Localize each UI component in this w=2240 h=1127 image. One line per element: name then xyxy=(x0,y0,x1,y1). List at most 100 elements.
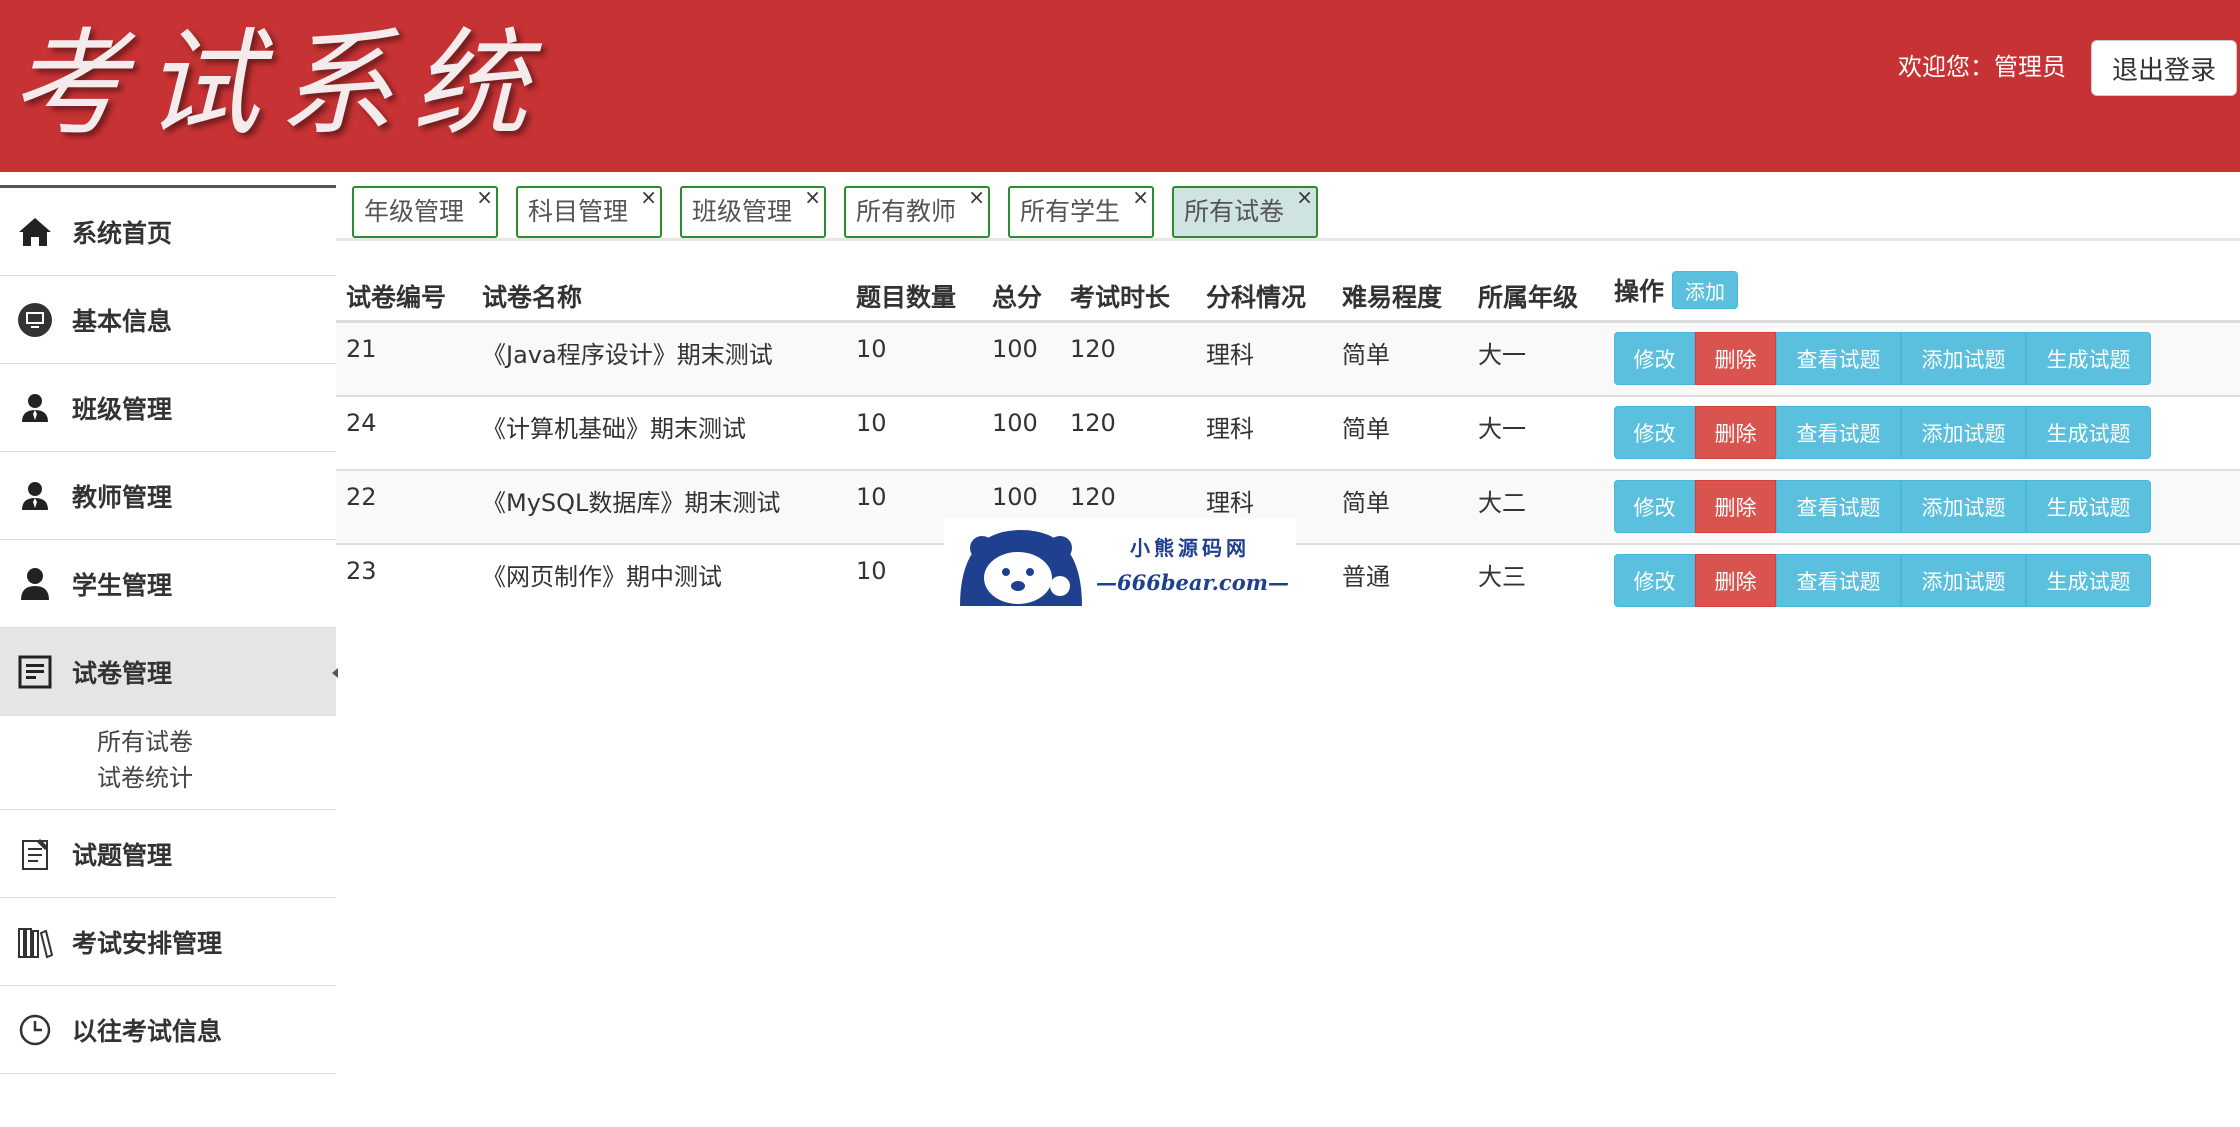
view-questions-button[interactable]: 查看试题 xyxy=(1776,332,1901,385)
delete-button[interactable]: 删除 xyxy=(1695,406,1776,459)
view-questions-button[interactable]: 查看试题 xyxy=(1776,406,1901,459)
books-icon xyxy=(16,923,54,961)
submenu-all-papers[interactable]: 所有试卷 xyxy=(97,722,193,757)
generate-questions-button[interactable]: 生成试题 xyxy=(2026,332,2151,385)
close-icon[interactable]: × xyxy=(476,186,493,208)
tab-students[interactable]: 所有学生 × xyxy=(1008,186,1154,238)
row-actions: 修改 删除 查看试题 添加试题 生成试题 xyxy=(1614,332,2151,385)
cell-id: 21 xyxy=(346,335,377,363)
add-questions-button[interactable]: 添加试题 xyxy=(1901,480,2026,533)
person-tie-icon xyxy=(16,477,54,515)
cell-difficulty: 简单 xyxy=(1342,489,1390,517)
cell-duration: 120 xyxy=(1070,335,1116,363)
close-icon[interactable]: × xyxy=(804,186,821,208)
clock-icon xyxy=(16,1011,54,1049)
sidebar-item-basic-info[interactable]: 基本信息 xyxy=(0,276,336,364)
close-icon[interactable]: × xyxy=(1132,186,1149,208)
add-questions-button[interactable]: 添加试题 xyxy=(1901,332,2026,385)
cell-subject-type: 理科 xyxy=(1206,415,1254,443)
monitor-icon xyxy=(16,301,54,339)
cell-count: 10 xyxy=(856,335,887,363)
cell-total: 100 xyxy=(992,409,1038,437)
sidebar-item-class[interactable]: 班级管理 xyxy=(0,364,336,452)
tab-subject[interactable]: 科目管理 × xyxy=(516,186,662,238)
sidebar-item-label: 教师管理 xyxy=(72,482,173,512)
notepad-icon xyxy=(16,835,54,873)
tab-label: 所有试卷 xyxy=(1184,197,1285,226)
cell-grade: 大一 xyxy=(1478,415,1526,443)
tab-label: 年级管理 xyxy=(364,197,465,226)
person-icon xyxy=(16,565,54,603)
watermark-brand: 小熊源码网 xyxy=(1130,536,1250,560)
cell-grade: 大三 xyxy=(1478,563,1526,591)
table-row: 24 《计算机基础》期末测试 10 100 120 理科 简单 大一 修改 删除… xyxy=(336,397,2240,471)
cell-difficulty: 简单 xyxy=(1342,415,1390,443)
sidebar-item-label: 系统首页 xyxy=(72,218,173,248)
sidebar: 系统首页 基本信息 班级管理 教师管理 学生管理 试卷管理 所有试卷 试卷统计 xyxy=(0,185,338,1127)
edit-button[interactable]: 修改 xyxy=(1614,332,1695,385)
column-header: 试卷编号 xyxy=(346,283,447,312)
sidebar-item-past-exams[interactable]: 以往考试信息 xyxy=(0,986,336,1074)
tab-label: 所有教师 xyxy=(856,197,957,226)
sidebar-item-label: 以往考试信息 xyxy=(72,1016,223,1046)
row-actions: 修改 删除 查看试题 添加试题 生成试题 xyxy=(1614,480,2151,533)
sidebar-item-label: 学生管理 xyxy=(72,570,173,600)
view-questions-button[interactable]: 查看试题 xyxy=(1776,554,1901,607)
sidebar-item-teacher[interactable]: 教师管理 xyxy=(0,452,336,540)
edit-button[interactable]: 修改 xyxy=(1614,406,1695,459)
cell-difficulty: 简单 xyxy=(1342,341,1390,369)
add-paper-button[interactable]: 添加 xyxy=(1672,271,1738,309)
view-questions-button[interactable]: 查看试题 xyxy=(1776,480,1901,533)
tab-label: 科目管理 xyxy=(528,197,629,226)
delete-button[interactable]: 删除 xyxy=(1695,554,1776,607)
edit-button[interactable]: 修改 xyxy=(1614,554,1695,607)
cell-id: 24 xyxy=(346,409,377,437)
tab-teachers[interactable]: 所有教师 × xyxy=(844,186,990,238)
watermark: 小熊源码网 —666bear.com— xyxy=(944,518,1296,612)
delete-button[interactable]: 删除 xyxy=(1695,332,1776,385)
person-tie-icon xyxy=(16,389,54,427)
bear-logo-icon xyxy=(956,524,1086,612)
cell-duration: 120 xyxy=(1070,409,1116,437)
cell-id: 23 xyxy=(346,557,377,585)
column-header: 总分 xyxy=(992,283,1043,312)
welcome-text: 欢迎您：管理员 xyxy=(1898,53,2066,81)
sidebar-item-student[interactable]: 学生管理 xyxy=(0,540,336,628)
tab-grade[interactable]: 年级管理 × xyxy=(352,186,498,238)
sidebar-item-label: 基本信息 xyxy=(72,306,173,336)
cell-count: 10 xyxy=(856,409,887,437)
sidebar-item-home[interactable]: 系统首页 xyxy=(0,188,336,276)
generate-questions-button[interactable]: 生成试题 xyxy=(2026,406,2151,459)
sidebar-item-questions[interactable]: 试题管理 xyxy=(0,810,336,898)
sidebar-item-exam-schedule[interactable]: 考试安排管理 xyxy=(0,898,336,986)
generate-questions-button[interactable]: 生成试题 xyxy=(2026,480,2151,533)
app-header: 考试系统 欢迎您：管理员 退出登录 xyxy=(0,0,2240,172)
tab-papers[interactable]: 所有试卷 × xyxy=(1172,186,1318,238)
add-questions-button[interactable]: 添加试题 xyxy=(1901,554,2026,607)
cell-name: 《MySQL数据库》期末测试 xyxy=(482,489,781,517)
sidebar-item-label: 考试安排管理 xyxy=(72,928,223,958)
close-icon[interactable]: × xyxy=(968,186,985,208)
tab-bar: 年级管理 × 科目管理 × 班级管理 × 所有教师 × 所有学生 × 所有试卷 … xyxy=(336,180,2240,241)
sidebar-item-label: 班级管理 xyxy=(72,394,173,424)
edit-button[interactable]: 修改 xyxy=(1614,480,1695,533)
close-icon[interactable]: × xyxy=(1296,186,1313,208)
row-actions: 修改 删除 查看试题 添加试题 生成试题 xyxy=(1614,406,2151,459)
generate-questions-button[interactable]: 生成试题 xyxy=(2026,554,2151,607)
column-header: 分科情况 xyxy=(1206,283,1307,312)
cell-total: 100 xyxy=(992,335,1038,363)
column-header: 题目数量 xyxy=(856,283,957,312)
add-questions-button[interactable]: 添加试题 xyxy=(1901,406,2026,459)
logout-button[interactable]: 退出登录 xyxy=(2091,40,2237,96)
sidebar-item-exam-paper[interactable]: 试卷管理 xyxy=(0,628,336,716)
tab-label: 班级管理 xyxy=(692,197,793,226)
row-actions: 修改 删除 查看试题 添加试题 生成试题 xyxy=(1614,554,2151,607)
active-caret-icon xyxy=(332,668,338,678)
sidebar-item-label: 试卷管理 xyxy=(72,658,173,688)
tab-class[interactable]: 班级管理 × xyxy=(680,186,826,238)
cell-grade: 大一 xyxy=(1478,341,1526,369)
close-icon[interactable]: × xyxy=(640,186,657,208)
submenu-paper-stats[interactable]: 试卷统计 xyxy=(97,758,193,793)
cell-difficulty: 普通 xyxy=(1342,563,1390,591)
delete-button[interactable]: 删除 xyxy=(1695,480,1776,533)
